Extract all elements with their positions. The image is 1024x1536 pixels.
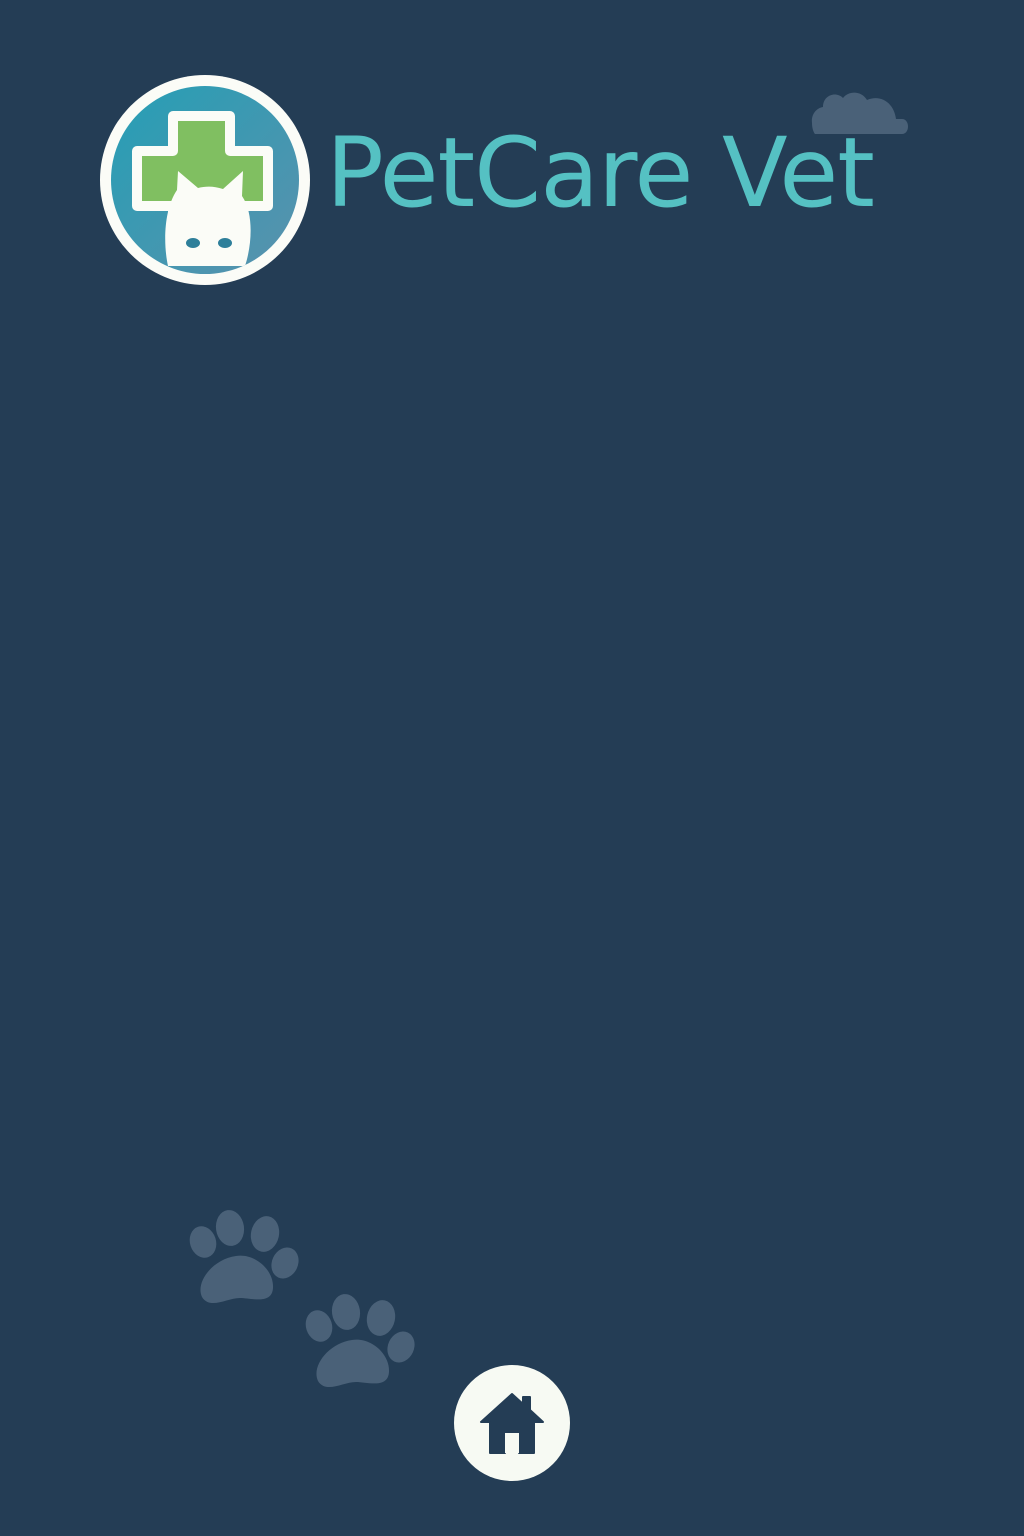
paw-print-icon [305, 1294, 415, 1388]
home-icon [480, 1393, 544, 1454]
app-title: PetCare Vet [326, 117, 875, 229]
paw-print-icon [189, 1210, 299, 1304]
home-button[interactable] [454, 1365, 570, 1481]
cloud-icon [811, 92, 908, 134]
app-header: PetCare Vet [100, 75, 920, 290]
app-screen: PetCare Vet [0, 0, 1024, 1536]
vet-cross-cat-logo-icon [100, 75, 310, 285]
